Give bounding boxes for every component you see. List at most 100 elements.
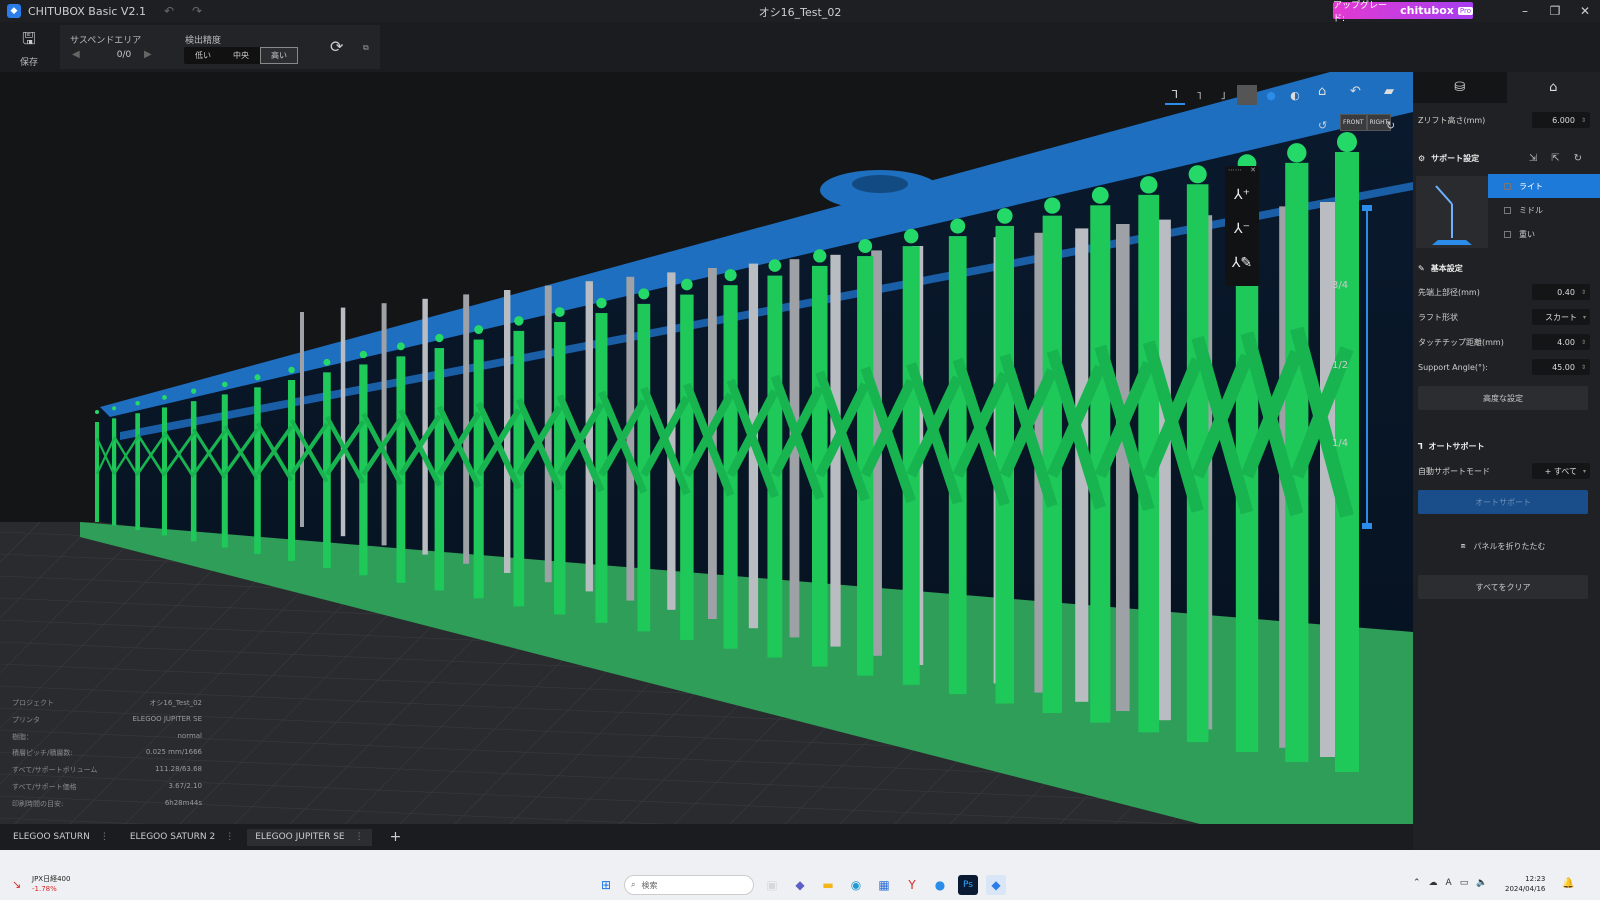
collapse-panel-button[interactable]: ⧈ パネルを折りたたむ [1418, 536, 1588, 556]
rotate-right-icon[interactable]: ↻ [1386, 119, 1395, 132]
raft-shape-select[interactable]: スカート ▾ [1532, 309, 1590, 325]
more-icon[interactable]: ⋮ [225, 832, 234, 842]
rotate-left-icon[interactable]: ↺ [1318, 119, 1327, 132]
store-icon[interactable]: ▦ [874, 875, 894, 895]
volume-icon[interactable]: 🔈 [1476, 878, 1487, 888]
preset-list: ライト ミドル 重い [1488, 174, 1600, 246]
auto-mode-label: 自動サポートモード [1418, 466, 1490, 476]
detection-mid-option[interactable]: 中央 [222, 47, 260, 64]
layer-slider[interactable]: 3/4 1/2 1/4 [1332, 150, 1382, 590]
redo-icon[interactable]: ↷ [192, 4, 202, 18]
photoshop-icon[interactable]: Ps [958, 875, 978, 895]
detection-segment: 低い 中央 高い [184, 47, 298, 64]
file-explorer-icon[interactable]: ▬ [818, 875, 838, 895]
preset-medium[interactable]: ミドル [1488, 198, 1600, 222]
chitubox-taskbar-icon[interactable]: ◆ [986, 875, 1006, 895]
prev-arrow-icon[interactable]: ◀ [72, 49, 80, 60]
spinner-icon[interactable]: ⇕ [1581, 117, 1586, 124]
z-lift-input[interactable]: 6.000 ⇕ [1532, 112, 1590, 128]
reset-icon[interactable]: ↻ [1574, 153, 1582, 164]
task-view-icon[interactable]: ▣ [762, 875, 782, 895]
contrast-view-icon[interactable]: ◐ [1285, 85, 1305, 105]
support-tip [724, 269, 737, 282]
add-printer-icon[interactable]: + [390, 829, 402, 845]
gray-support [585, 281, 593, 592]
edge-icon[interactable]: ◉ [846, 875, 866, 895]
slider-top-handle[interactable] [1362, 205, 1372, 211]
detection-high-option[interactable]: 高い [260, 47, 298, 64]
taskbar-search[interactable]: ⌕ 検索 [624, 875, 754, 895]
spinner-icon[interactable]: ⇕ [1581, 364, 1586, 371]
auto-support-button[interactable]: オートサポート [1418, 490, 1588, 514]
teams-icon[interactable]: ◆ [790, 875, 810, 895]
view-cube-front[interactable]: FRONT [1340, 114, 1367, 131]
cube-view-icon[interactable]: ▰ [1384, 84, 1394, 99]
support-medium-icon[interactable]: ˥ [1189, 85, 1209, 105]
restore-icon[interactable]: ❐ [1540, 0, 1570, 22]
touch-tip-input[interactable]: 4.00 ⇕ [1532, 334, 1590, 350]
model-settings-tab-icon[interactable]: ⛁ [1413, 72, 1507, 103]
printer-tab[interactable]: ELEGOO SATURN ⋮ [5, 829, 117, 846]
printer-tab[interactable]: ELEGOO SATURN 2 ⋮ [122, 829, 242, 846]
slider-label-3q: 3/4 [1332, 280, 1349, 291]
reset-view-icon[interactable]: ↶ [1350, 84, 1361, 99]
detect-settings-icon[interactable]: ⧉ [363, 43, 369, 53]
edit-support-icon[interactable]: ⅄✎ [1225, 246, 1259, 280]
next-arrow-icon[interactable]: ▶ [144, 49, 152, 60]
stock-widget[interactable]: JPX日経400 -1.78% [32, 874, 70, 894]
support-light-icon[interactable]: ˩ [1213, 85, 1233, 105]
print-settings-tab-icon[interactable]: ⌂ [1507, 72, 1600, 103]
upgrade-button[interactable]: アップグレード: chitubox Pro [1333, 1, 1473, 24]
home-icon[interactable]: ⌂ [1318, 84, 1326, 99]
slider-bottom-handle[interactable] [1362, 523, 1372, 529]
spinner-icon[interactable]: ⇕ [1581, 339, 1586, 346]
yahoo-icon[interactable]: Y [902, 875, 922, 895]
windows-start-icon[interactable]: ⊞ [596, 875, 616, 895]
preset-light[interactable]: ライト [1488, 174, 1600, 198]
sphere-view-icon[interactable]: ● [1261, 85, 1281, 105]
save-button[interactable]: 🖫 保存 [14, 28, 44, 68]
preset-heavy[interactable]: 重い [1488, 222, 1600, 246]
more-icon[interactable]: ⋮ [100, 832, 109, 842]
chevron-up-icon[interactable]: ⌃ [1413, 878, 1421, 888]
app-blue-icon[interactable]: ● [930, 875, 950, 895]
undo-icon[interactable]: ↶ [164, 4, 174, 18]
auto-support-header: ⅂ オートサポート [1418, 436, 1590, 456]
clear-all-button[interactable]: すべてをクリア [1418, 575, 1588, 599]
support-angle-input[interactable]: 45.00 ⇕ [1532, 359, 1590, 375]
support-tip [1044, 197, 1061, 214]
auto-mode-select[interactable]: + すべて ▾ [1532, 463, 1590, 479]
cloud-icon[interactable]: ☁ [1429, 878, 1438, 888]
taskbar-clock[interactable]: 12:23 2024/04/16 [1505, 874, 1545, 894]
gray-support [340, 307, 346, 537]
remove-support-icon[interactable]: ⅄⁻ [1225, 212, 1259, 246]
close-icon[interactable]: ✕ [1570, 0, 1600, 22]
3d-viewport[interactable] [0, 72, 1413, 824]
stock-widget-icon[interactable]: ↘ [12, 878, 21, 891]
refresh-icon[interactable]: ⟳ [330, 37, 343, 56]
minimize-icon[interactable]: – [1510, 0, 1540, 22]
notification-icon[interactable]: 🔔 [1562, 878, 1574, 889]
project-info-key: すべて/サポートボリューム [12, 766, 98, 775]
spinner-icon[interactable]: ⇕ [1581, 289, 1586, 296]
support-heavy-icon[interactable]: ⅂ [1165, 85, 1185, 105]
support-tip [596, 297, 607, 309]
ime-icon[interactable]: A [1446, 878, 1452, 888]
more-icon[interactable]: ⋮ [355, 832, 364, 842]
display-icon[interactable]: ▭ [1460, 878, 1469, 888]
printer-tab-active[interactable]: ELEGOO JUPITER SE ⋮ [247, 828, 372, 846]
tip-top-label: 先端上部径(mm) [1418, 287, 1480, 297]
tip-top-input[interactable]: 0.40 ⇕ [1532, 284, 1590, 300]
detection-panel: サスペンドエリア ◀ 0/0 ▶ 検出精度 低い 中央 高い ⟳ ⧉ [60, 25, 380, 69]
import-icon[interactable]: ⇲ [1529, 153, 1537, 164]
add-support-icon[interactable]: ⅄⁺ [1225, 178, 1259, 212]
support-tip [554, 307, 565, 318]
close-panel-icon[interactable]: ✕ [1250, 166, 1256, 178]
model-scene[interactable] [0, 72, 1413, 824]
view-cube[interactable]: FRONT RIGHT [1340, 114, 1392, 131]
advanced-settings-button[interactable]: 高度な設定 [1418, 386, 1588, 410]
drag-handle-icon[interactable]: ⋯⋯ [1228, 166, 1242, 178]
detection-low-option[interactable]: 低い [184, 47, 222, 64]
touch-tip-value: 4.00 [1557, 337, 1575, 347]
export-icon[interactable]: ⇱ [1551, 153, 1559, 164]
